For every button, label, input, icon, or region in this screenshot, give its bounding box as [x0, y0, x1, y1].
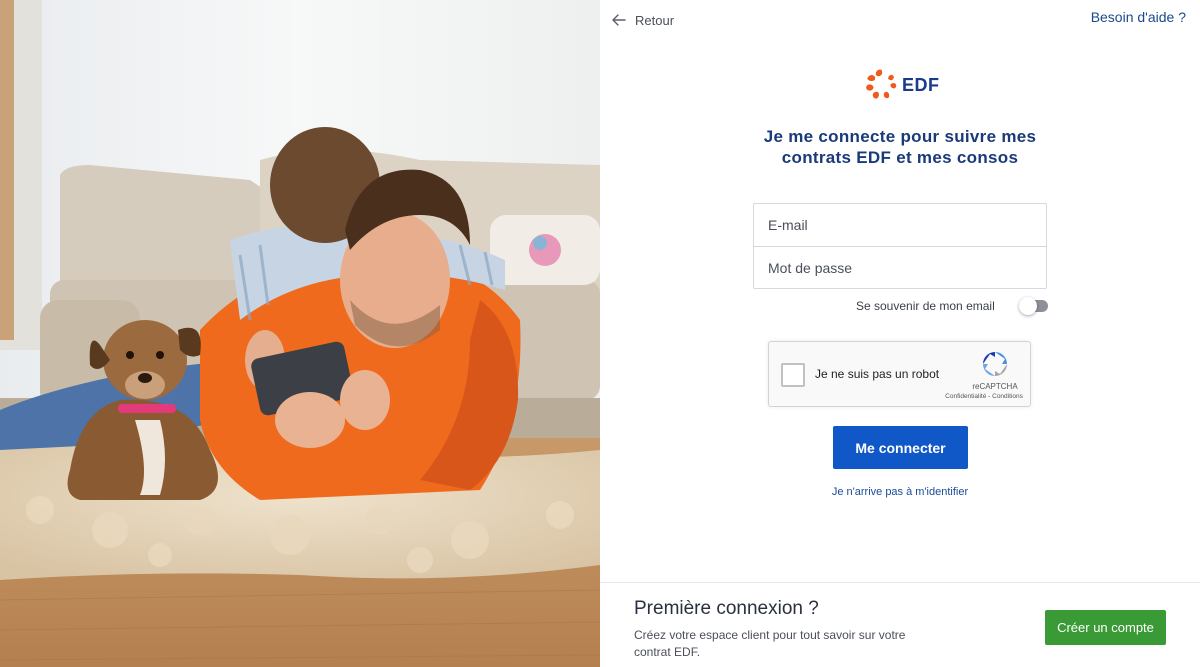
remember-email-label: Se souvenir de mon email — [856, 299, 995, 313]
help-link[interactable]: Besoin d'aide ? — [1091, 9, 1186, 25]
first-connection-section: Première connexion ? Créez votre espace … — [600, 582, 1200, 667]
login-form — [753, 203, 1047, 289]
page-title: Je me connecte pour suivre mes contrats … — [763, 127, 1037, 167]
back-link[interactable]: Retour — [611, 12, 674, 28]
password-field-wrapper — [754, 246, 1046, 288]
recaptcha-checkbox[interactable] — [781, 363, 805, 387]
forgot-credentials-link[interactable]: Je n'arrive pas à m'identifier — [750, 486, 1050, 498]
toggle-knob — [1019, 297, 1037, 315]
edf-sun-icon — [866, 69, 897, 99]
back-link-label: Retour — [635, 12, 675, 28]
email-field[interactable] — [768, 217, 1028, 233]
login-button[interactable]: Me connecter — [833, 426, 968, 469]
password-field[interactable] — [768, 259, 1028, 276]
remember-email-row: Se souvenir de mon email — [856, 297, 1048, 315]
recaptcha-brand: reCAPTCHA — [972, 382, 1018, 391]
login-panel: Retour Besoin d'aide ? EDF Je me connect… — [600, 0, 1200, 667]
first-connection-title: Première connexion ? — [634, 598, 819, 619]
hero-photo — [0, 0, 600, 667]
email-field-wrapper — [754, 204, 1046, 246]
recaptcha-widget: Je ne suis pas un robot reCAPTCHA Confid… — [768, 341, 1031, 407]
recaptcha-terms-link[interactable]: Confidentialité - Conditions — [929, 393, 1039, 400]
recaptcha-icon — [983, 352, 1007, 376]
edf-logo: EDF — [864, 68, 940, 102]
arrow-left-icon — [612, 14, 626, 26]
recaptcha-label: Je ne suis pas un robot — [815, 367, 940, 381]
hero-illustration — [0, 0, 600, 667]
create-account-button[interactable]: Créer un compte — [1045, 610, 1166, 645]
edf-logo-text: EDF — [902, 74, 940, 95]
first-connection-description: Créez votre espace client pour tout savo… — [634, 628, 906, 659]
remember-email-toggle[interactable] — [1019, 297, 1048, 315]
